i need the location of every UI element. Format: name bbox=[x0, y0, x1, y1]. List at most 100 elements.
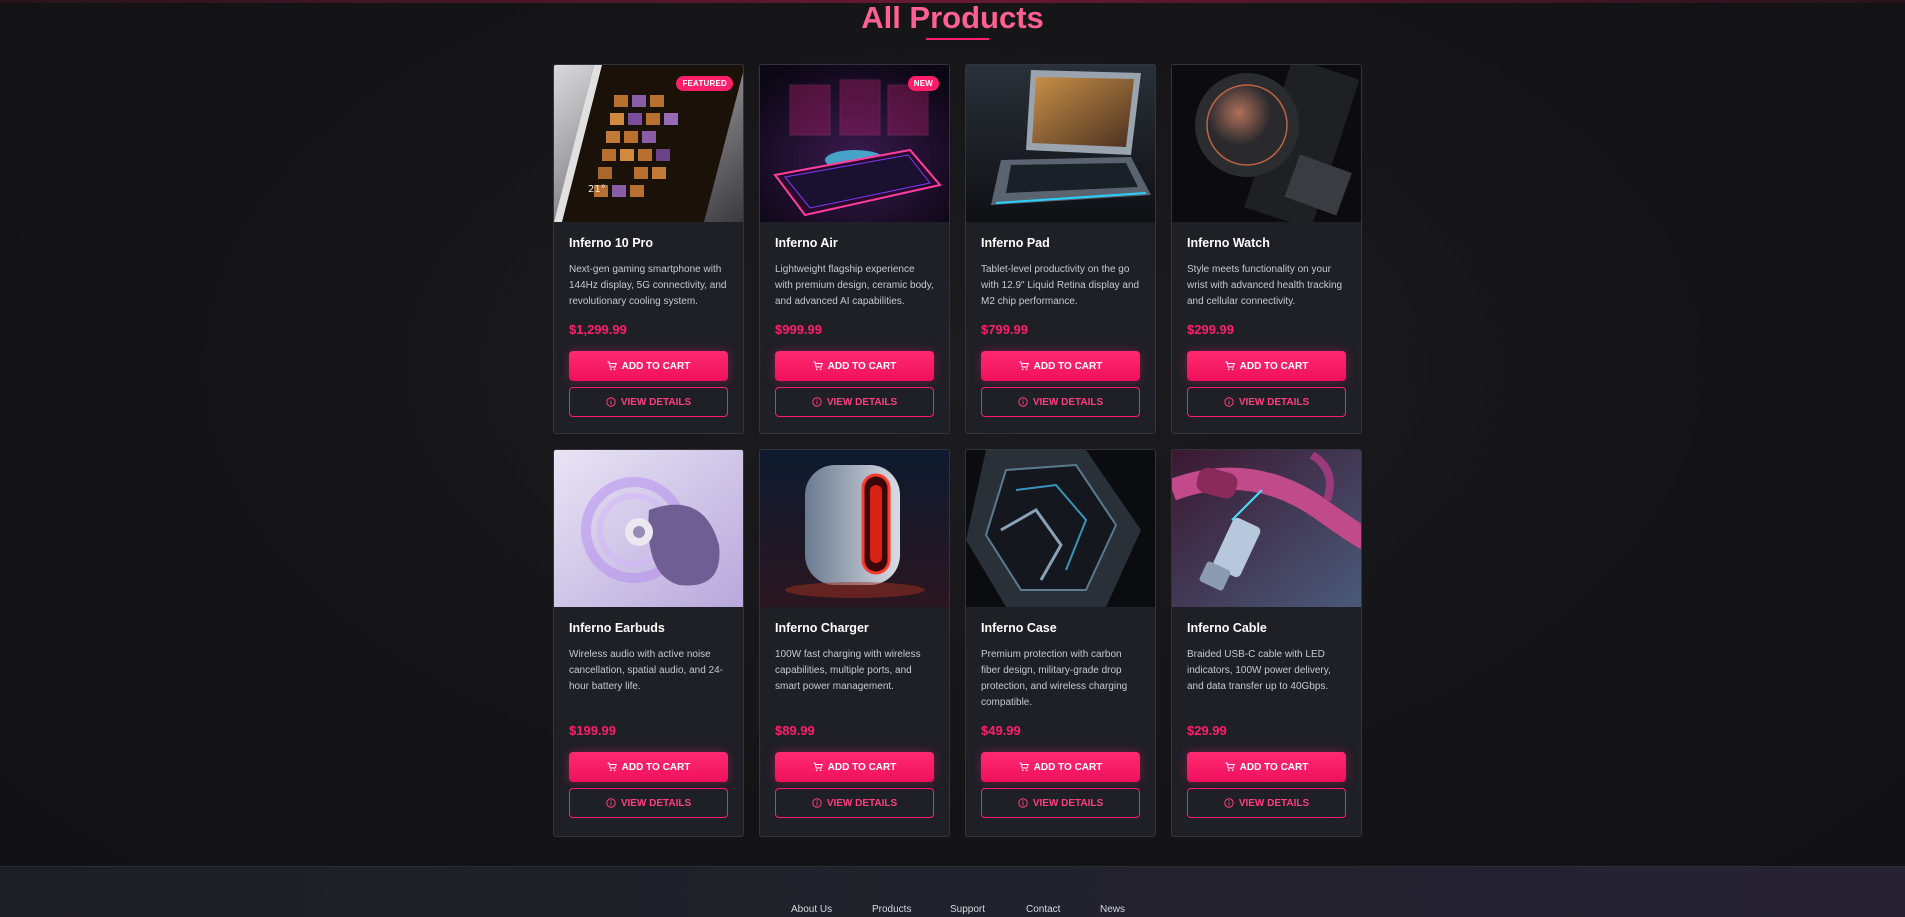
product-card: 21° FEATURED Inferno 10 Pro Next-gen gam… bbox=[553, 64, 744, 434]
add-to-cart-label: ADD TO CART bbox=[1033, 761, 1103, 773]
hologram-phone-image[interactable]: NEW bbox=[760, 65, 949, 222]
add-to-cart-button[interactable]: ADD TO CART bbox=[1187, 752, 1346, 782]
watch-image[interactable] bbox=[1172, 65, 1361, 222]
product-name[interactable]: Inferno Pad bbox=[981, 236, 1140, 250]
add-to-cart-label: ADD TO CART bbox=[1239, 360, 1309, 372]
info-icon bbox=[1224, 798, 1234, 808]
product-name[interactable]: Inferno Case bbox=[981, 621, 1140, 635]
product-price: $999.99 bbox=[775, 322, 822, 337]
view-details-button[interactable]: VIEW DETAILS bbox=[981, 788, 1140, 818]
svg-text:21°: 21° bbox=[588, 184, 606, 195]
product-description: 100W fast charging with wireless capabil… bbox=[775, 649, 921, 692]
view-details-label: VIEW DETAILS bbox=[1238, 396, 1310, 408]
add-to-cart-button[interactable]: ADD TO CART bbox=[1187, 351, 1346, 381]
info-icon bbox=[812, 397, 822, 407]
product-price: $799.99 bbox=[981, 322, 1028, 337]
add-to-cart-button[interactable]: ADD TO CART bbox=[981, 752, 1140, 782]
cart-icon bbox=[1019, 762, 1029, 772]
product-card: Inferno Pad Tablet-level productivity on… bbox=[965, 64, 1156, 434]
product-price: $1,299.99 bbox=[569, 322, 627, 337]
view-details-label: VIEW DETAILS bbox=[1238, 797, 1310, 809]
view-details-label: VIEW DETAILS bbox=[620, 396, 692, 408]
charger-image[interactable] bbox=[760, 450, 949, 607]
product-description: Tablet-level productivity on the go with… bbox=[981, 264, 1140, 307]
add-to-cart-button[interactable]: ADD TO CART bbox=[981, 351, 1140, 381]
product-price: $199.99 bbox=[569, 723, 616, 738]
product-description: Lightweight flagship experience with pre… bbox=[775, 264, 934, 307]
product-description: Premium protection with carbon fiber des… bbox=[981, 649, 1128, 708]
cable-image[interactable] bbox=[1172, 450, 1361, 607]
add-to-cart-label: ADD TO CART bbox=[621, 360, 691, 372]
add-to-cart-label: ADD TO CART bbox=[827, 761, 897, 773]
add-to-cart-button[interactable]: ADD TO CART bbox=[569, 752, 728, 782]
product-card: NEW Inferno Air Lightweight flagship exp… bbox=[759, 64, 950, 434]
earbud-image[interactable] bbox=[554, 450, 743, 607]
product-card: Inferno Earbuds Wireless audio with acti… bbox=[553, 449, 744, 837]
new-badge: NEW bbox=[907, 76, 939, 91]
view-details-button[interactable]: VIEW DETAILS bbox=[775, 788, 934, 818]
view-details-button[interactable]: VIEW DETAILS bbox=[1187, 788, 1346, 818]
product-name[interactable]: Inferno 10 Pro bbox=[569, 236, 728, 250]
add-to-cart-button[interactable]: ADD TO CART bbox=[775, 351, 934, 381]
view-details-button[interactable]: VIEW DETAILS bbox=[569, 788, 728, 818]
product-name[interactable]: Inferno Earbuds bbox=[569, 621, 728, 635]
view-details-label: VIEW DETAILS bbox=[1032, 797, 1104, 809]
view-details-button[interactable]: VIEW DETAILS bbox=[569, 387, 728, 417]
view-details-label: VIEW DETAILS bbox=[620, 797, 692, 809]
footer-link-contact[interactable]: Contact bbox=[1026, 904, 1060, 915]
add-to-cart-button[interactable]: ADD TO CART bbox=[775, 752, 934, 782]
product-name[interactable]: Inferno Air bbox=[775, 236, 934, 250]
view-details-label: VIEW DETAILS bbox=[1032, 396, 1104, 408]
view-details-button[interactable]: VIEW DETAILS bbox=[775, 387, 934, 417]
info-icon bbox=[606, 798, 616, 808]
add-to-cart-label: ADD TO CART bbox=[1033, 360, 1103, 372]
product-grid: 21° FEATURED Inferno 10 Pro Next-gen gam… bbox=[553, 64, 1364, 837]
cart-icon bbox=[813, 361, 823, 371]
info-icon bbox=[1018, 798, 1028, 808]
info-icon bbox=[606, 397, 616, 407]
cart-icon bbox=[607, 762, 617, 772]
add-to-cart-label: ADD TO CART bbox=[621, 761, 691, 773]
phone-tiles-image[interactable]: 21° FEATURED bbox=[554, 65, 743, 222]
product-description: Wireless audio with active noise cancell… bbox=[569, 649, 723, 692]
featured-badge: FEATURED bbox=[676, 76, 733, 91]
footer-link-products[interactable]: Products bbox=[872, 904, 911, 915]
view-details-label: VIEW DETAILS bbox=[826, 396, 898, 408]
view-details-button[interactable]: VIEW DETAILS bbox=[981, 387, 1140, 417]
product-description: Braided USB-C cable with LED indicators,… bbox=[1187, 649, 1331, 692]
product-price: $49.99 bbox=[981, 723, 1021, 738]
cart-icon bbox=[1019, 361, 1029, 371]
footer-link-news[interactable]: News bbox=[1100, 904, 1125, 915]
product-name[interactable]: Inferno Cable bbox=[1187, 621, 1346, 635]
product-name[interactable]: Inferno Charger bbox=[775, 621, 934, 635]
product-name[interactable]: Inferno Watch bbox=[1187, 236, 1346, 250]
info-icon bbox=[1018, 397, 1028, 407]
footer: About Us Products Support Contact News bbox=[0, 866, 1905, 917]
add-to-cart-label: ADD TO CART bbox=[827, 360, 897, 372]
laptop-image[interactable] bbox=[966, 65, 1155, 222]
add-to-cart-label: ADD TO CART bbox=[1239, 761, 1309, 773]
cart-icon bbox=[1225, 361, 1235, 371]
title-underline bbox=[926, 38, 989, 40]
product-card: Inferno Case Premium protection with car… bbox=[965, 449, 1156, 837]
product-card: Inferno Charger 100W fast charging with … bbox=[759, 449, 950, 837]
cart-icon bbox=[607, 361, 617, 371]
product-price: $299.99 bbox=[1187, 322, 1234, 337]
product-description: Style meets functionality on your wrist … bbox=[1187, 264, 1343, 307]
view-details-button[interactable]: VIEW DETAILS bbox=[1187, 387, 1346, 417]
cart-icon bbox=[813, 762, 823, 772]
product-description: Next-gen gaming smartphone with 144Hz di… bbox=[569, 264, 727, 307]
footer-link-support[interactable]: Support bbox=[950, 904, 985, 915]
cart-icon bbox=[1225, 762, 1235, 772]
info-icon bbox=[1224, 397, 1234, 407]
add-to-cart-button[interactable]: ADD TO CART bbox=[569, 351, 728, 381]
product-price: $29.99 bbox=[1187, 723, 1227, 738]
case-image[interactable] bbox=[966, 450, 1155, 607]
footer-link-about[interactable]: About Us bbox=[791, 904, 832, 915]
page-title: All Products bbox=[861, 0, 1044, 35]
view-details-label: VIEW DETAILS bbox=[826, 797, 898, 809]
product-card: Inferno Watch Style meets functionality … bbox=[1171, 64, 1362, 434]
info-icon bbox=[812, 798, 822, 808]
product-price: $89.99 bbox=[775, 723, 815, 738]
product-card: Inferno Cable Braided USB-C cable with L… bbox=[1171, 449, 1362, 837]
